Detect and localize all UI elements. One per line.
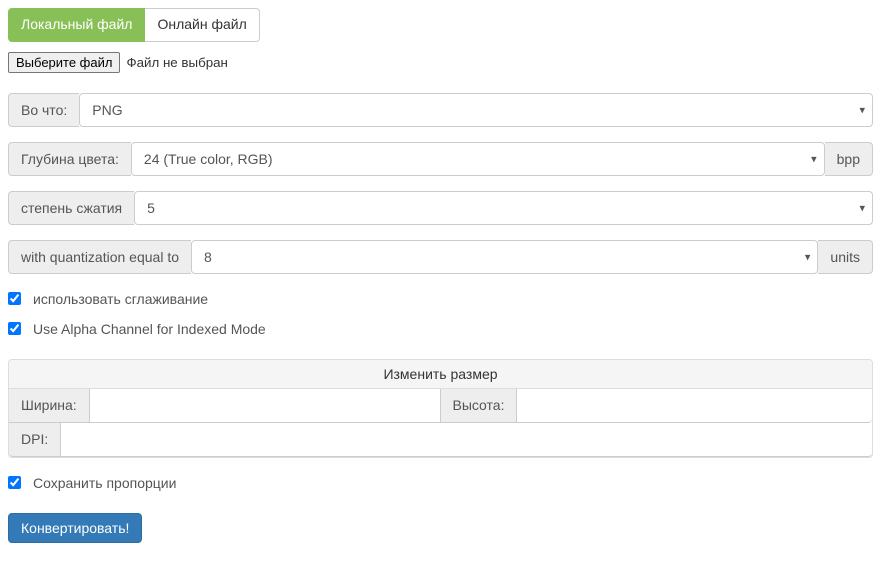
- resize-panel-title: Изменить размер: [9, 360, 872, 389]
- antialias-text: использовать сглаживание: [33, 291, 208, 307]
- quantization-group: with quantization equal to 8 units: [8, 240, 873, 274]
- color-depth-select[interactable]: 24 (True color, RGB): [131, 142, 825, 176]
- compression-label: степень сжатия: [8, 191, 134, 225]
- dpi-group: DPI:: [9, 423, 872, 457]
- dpi-input[interactable]: [60, 423, 872, 457]
- compression-select[interactable]: 5: [134, 191, 873, 225]
- quantization-select[interactable]: 8: [191, 240, 818, 274]
- dpi-label: DPI:: [9, 423, 60, 457]
- convert-button[interactable]: Конвертировать!: [8, 513, 142, 543]
- quantization-label: with quantization equal to: [8, 240, 191, 274]
- quantization-suffix: units: [818, 240, 873, 274]
- alpha-text: Use Alpha Channel for Indexed Mode: [33, 321, 266, 337]
- width-group: Ширина:: [9, 389, 441, 423]
- resize-panel: Изменить размер Ширина: Высота: DPI:: [8, 359, 873, 458]
- tab-online-file[interactable]: Онлайн файл: [145, 8, 259, 42]
- aspect-checkbox-label[interactable]: Сохранить пропорции: [28, 473, 176, 493]
- file-status-text: Файл не выбран: [126, 55, 227, 70]
- color-depth-group: Глубина цвета: 24 (True color, RGB) bpp: [8, 142, 873, 176]
- choose-file-button[interactable]: Выберите файл: [8, 52, 120, 73]
- output-format-label: Во что:: [8, 93, 79, 127]
- compression-group: степень сжатия 5: [8, 191, 873, 225]
- output-format-group: Во что: PNG: [8, 93, 873, 127]
- width-label: Ширина:: [9, 389, 89, 423]
- antialias-checkbox-label[interactable]: использовать сглаживание: [28, 289, 208, 309]
- color-depth-suffix: bpp: [825, 142, 873, 176]
- height-input[interactable]: [516, 389, 872, 423]
- output-format-select[interactable]: PNG: [79, 93, 873, 127]
- width-input[interactable]: [89, 389, 441, 423]
- height-group: Высота:: [441, 389, 873, 423]
- file-source-tabs: Локальный файл Онлайн файл: [8, 8, 260, 42]
- alpha-checkbox-label[interactable]: Use Alpha Channel for Indexed Mode: [28, 319, 266, 339]
- height-label: Высота:: [441, 389, 517, 423]
- color-depth-label: Глубина цвета:: [8, 142, 131, 176]
- alpha-checkbox[interactable]: [8, 322, 21, 335]
- aspect-text: Сохранить пропорции: [33, 475, 176, 491]
- antialias-checkbox[interactable]: [8, 292, 21, 305]
- aspect-checkbox[interactable]: [8, 476, 21, 489]
- file-chooser-row: Выберите файл Файл не выбран: [8, 52, 873, 73]
- tab-local-file[interactable]: Локальный файл: [8, 8, 145, 42]
